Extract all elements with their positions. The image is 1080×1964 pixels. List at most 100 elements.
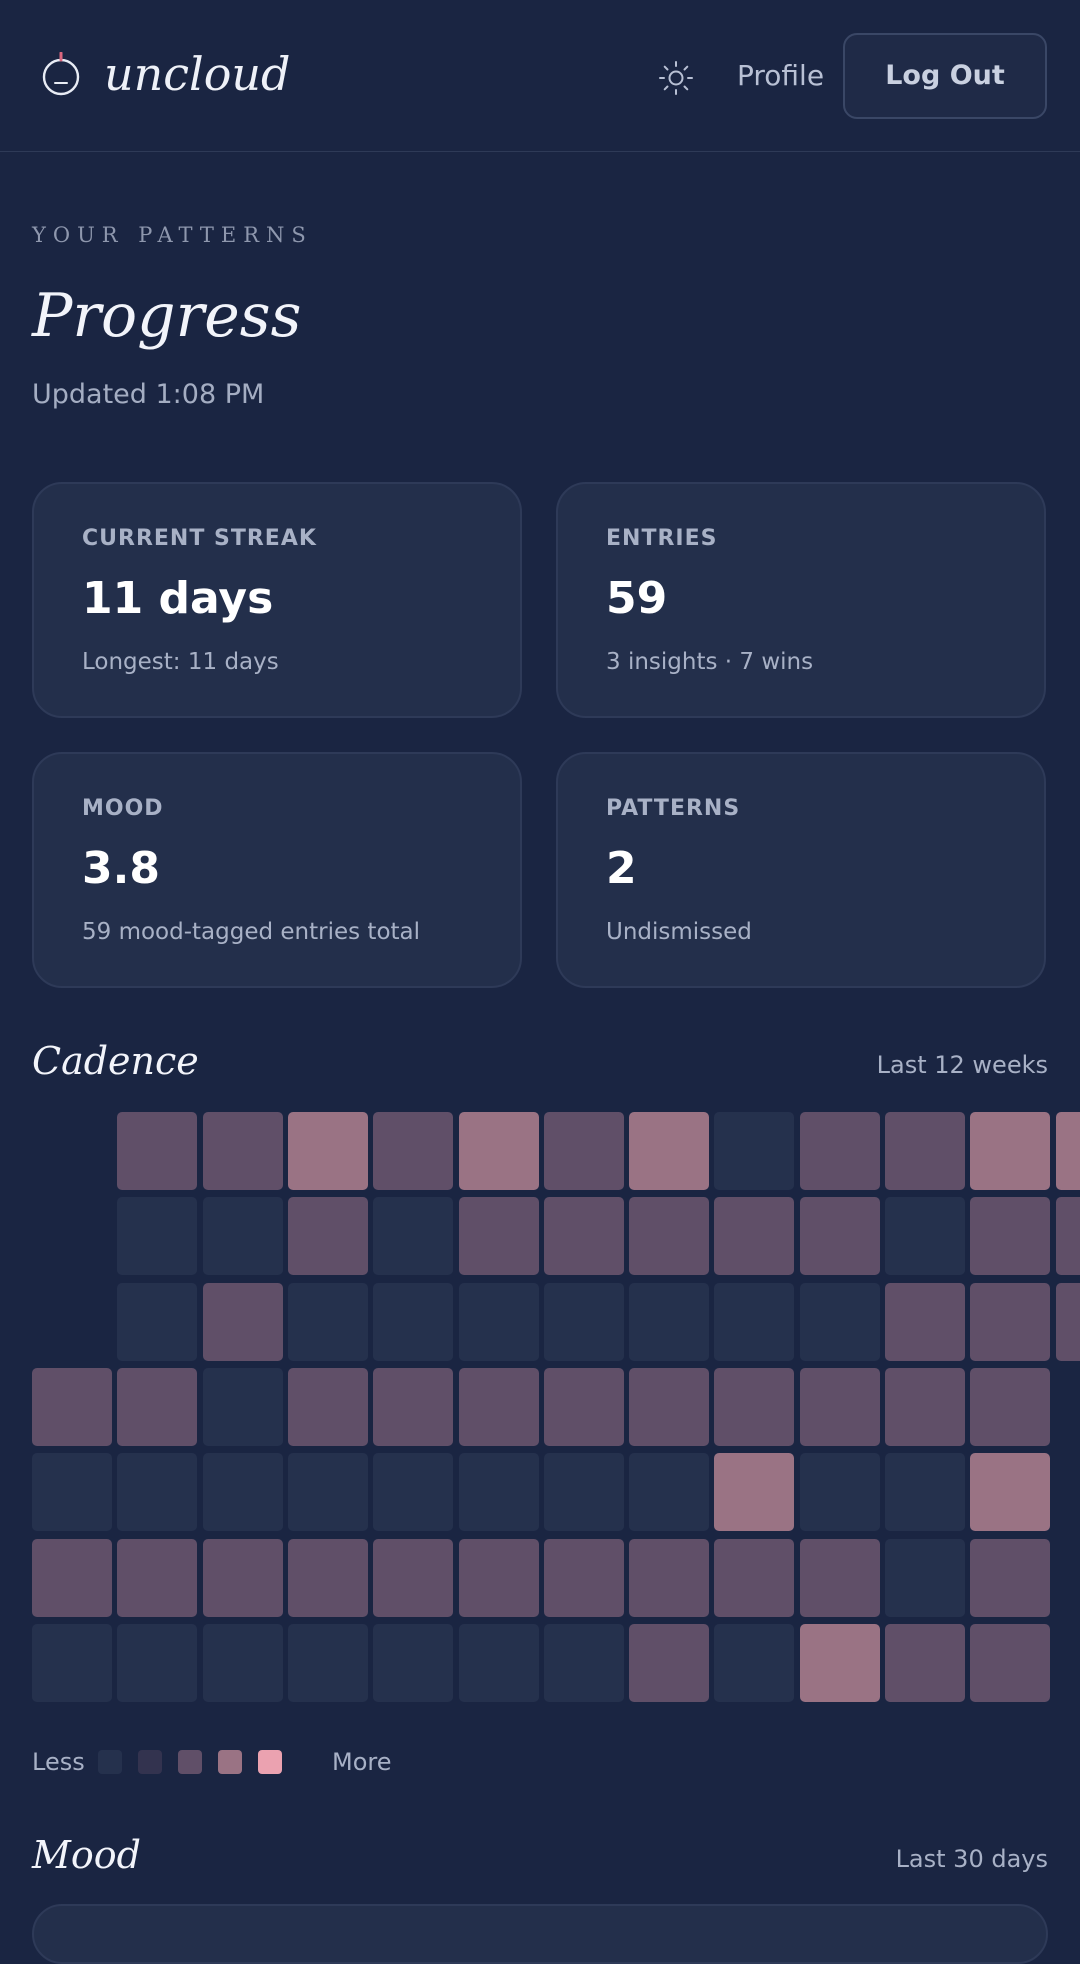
heatmap-cell — [117, 1453, 197, 1531]
heatmap-cell — [544, 1624, 624, 1702]
heatmap-cell — [714, 1624, 794, 1702]
legend-swatch — [98, 1750, 122, 1774]
stat-card-entries: ENTRIES 59 3 insights · 7 wins — [556, 482, 1046, 718]
sun-icon[interactable] — [658, 60, 694, 96]
heatmap-cell — [970, 1283, 1050, 1361]
stat-subtext: Longest: 11 days — [82, 649, 279, 675]
heatmap-cell — [714, 1368, 794, 1446]
page-title: Progress — [32, 281, 302, 351]
heatmap-cell — [1056, 1112, 1080, 1190]
cadence-heatmap — [32, 1112, 1080, 1705]
heatmap-cell — [288, 1283, 368, 1361]
stat-card-streak: CURRENT STREAK 11 days Longest: 11 days — [32, 482, 522, 718]
heatmap-cell — [885, 1197, 965, 1275]
heatmap-cell — [970, 1197, 1050, 1275]
heatmap-cell — [800, 1539, 880, 1617]
mood-title: Mood — [32, 1833, 141, 1877]
heatmap-cell — [373, 1283, 453, 1361]
heatmap-cell — [544, 1197, 624, 1275]
heatmap-cell — [629, 1453, 709, 1531]
stat-value: 11 days — [82, 573, 274, 624]
heatmap-cell — [970, 1368, 1050, 1446]
heatmap-cell — [970, 1112, 1050, 1190]
heatmap-cell — [288, 1453, 368, 1531]
heatmap-cell — [288, 1539, 368, 1617]
heatmap-cell — [714, 1283, 794, 1361]
heatmap-cell — [1056, 1197, 1080, 1275]
heatmap-cell — [288, 1112, 368, 1190]
heatmap-cell — [117, 1539, 197, 1617]
heatmap-cell — [800, 1112, 880, 1190]
stat-subtext: 3 insights · 7 wins — [606, 649, 814, 675]
heatmap-cell — [970, 1624, 1050, 1702]
heatmap-cell — [203, 1197, 283, 1275]
cadence-title: Cadence — [32, 1039, 199, 1083]
heatmap-cell — [203, 1539, 283, 1617]
heatmap-cell — [629, 1197, 709, 1275]
heatmap-cell — [203, 1624, 283, 1702]
heatmap-cell — [714, 1453, 794, 1531]
heatmap-cell — [373, 1197, 453, 1275]
stat-label: MOOD — [82, 796, 164, 821]
heatmap-cell — [885, 1112, 965, 1190]
heatmap-cell — [885, 1368, 965, 1446]
heatmap-cell — [32, 1624, 112, 1702]
heatmap-cell — [459, 1283, 539, 1361]
heatmap-cell — [459, 1197, 539, 1275]
stat-card-patterns: PATTERNS 2 Undismissed — [556, 752, 1046, 988]
stat-label: PATTERNS — [606, 796, 741, 821]
legend-swatch — [178, 1750, 202, 1774]
mood-chart-card — [32, 1904, 1048, 1964]
heatmap-cell — [117, 1624, 197, 1702]
top-bar: uncloud Profile Log Out — [0, 0, 1080, 152]
legend-swatch — [218, 1750, 242, 1774]
heatmap-cell — [373, 1624, 453, 1702]
heatmap-cell — [203, 1368, 283, 1446]
heatmap-cell — [117, 1112, 197, 1190]
heatmap-cell — [203, 1112, 283, 1190]
heatmap-cell — [32, 1453, 112, 1531]
heatmap-cell — [544, 1368, 624, 1446]
heatmap-cell — [288, 1368, 368, 1446]
heatmap-cell — [459, 1112, 539, 1190]
legend-less-label: Less — [32, 1748, 85, 1776]
heatmap-cell — [970, 1539, 1050, 1617]
heatmap-cell — [714, 1539, 794, 1617]
brand-name[interactable]: uncloud — [104, 44, 291, 104]
heatmap-cell — [970, 1453, 1050, 1531]
heatmap-cell — [629, 1283, 709, 1361]
heatmap-cell — [288, 1197, 368, 1275]
heatmap-cell — [544, 1112, 624, 1190]
legend-swatch — [258, 1750, 282, 1774]
stat-label: ENTRIES — [606, 526, 718, 551]
stat-label: CURRENT STREAK — [82, 526, 317, 551]
cadence-range: Last 12 weeks — [876, 1051, 1048, 1079]
heatmap-cell — [459, 1453, 539, 1531]
heatmap-cell — [1056, 1283, 1080, 1361]
heatmap-cell — [544, 1453, 624, 1531]
heatmap-legend: Less More — [32, 1744, 432, 1780]
heatmap-cell — [800, 1624, 880, 1702]
page-eyebrow: YOUR PATTERNS — [32, 223, 313, 247]
stat-subtext: Undismissed — [606, 919, 752, 945]
heatmap-cell — [373, 1112, 453, 1190]
heatmap-cell — [800, 1368, 880, 1446]
heatmap-cell — [629, 1112, 709, 1190]
heatmap-cell — [32, 1539, 112, 1617]
heatmap-cell — [373, 1453, 453, 1531]
heatmap-cell — [714, 1197, 794, 1275]
heatmap-cell — [629, 1624, 709, 1702]
heatmap-cell — [203, 1453, 283, 1531]
heatmap-cell — [373, 1368, 453, 1446]
heatmap-cell — [885, 1539, 965, 1617]
heatmap-cell — [544, 1539, 624, 1617]
heatmap-cell — [885, 1453, 965, 1531]
profile-link[interactable]: Profile — [737, 56, 824, 96]
heatmap-cell — [203, 1283, 283, 1361]
legend-swatch — [138, 1750, 162, 1774]
heatmap-cell — [117, 1368, 197, 1446]
heatmap-cell — [629, 1368, 709, 1446]
logout-button[interactable]: Log Out — [843, 33, 1047, 119]
mood-range: Last 30 days — [895, 1845, 1048, 1873]
stat-value: 2 — [606, 843, 637, 894]
